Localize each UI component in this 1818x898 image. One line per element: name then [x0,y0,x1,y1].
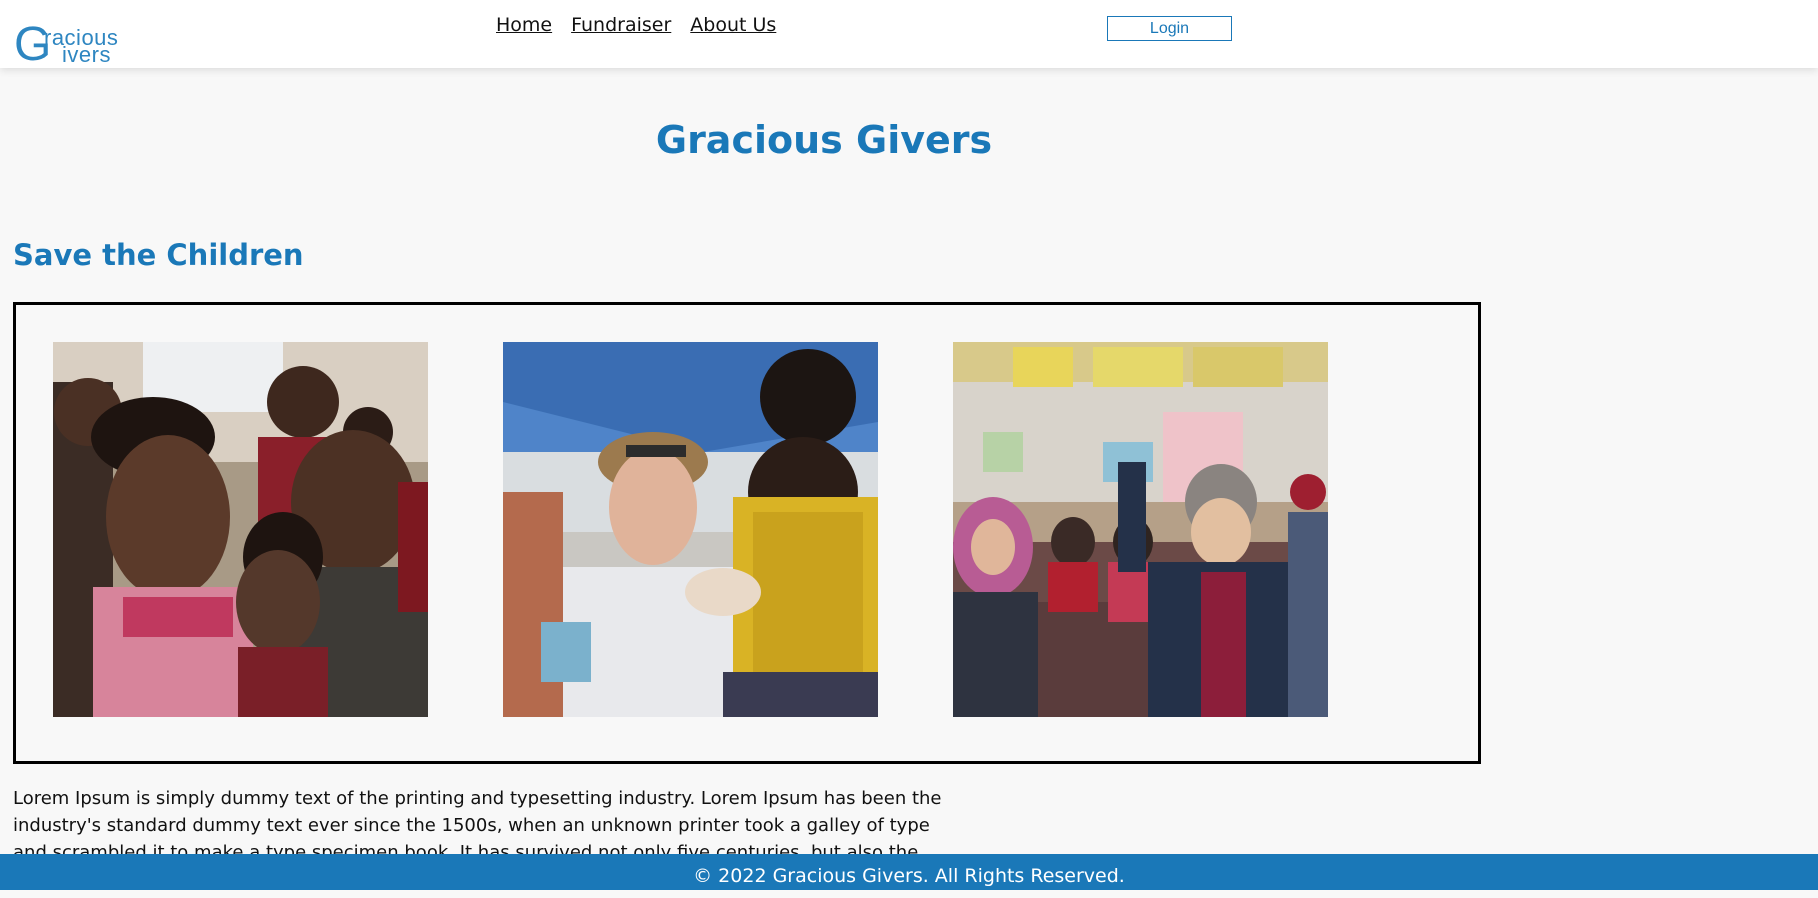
photo-gallery [13,302,1481,764]
site-footer: © 2022 Gracious Givers. All Rights Reser… [0,854,1818,890]
copyright-text: © 2022 Gracious Givers. All Rights Reser… [693,865,1125,887]
aid-worker-with-child-photo [503,342,878,717]
page-title: Gracious Givers [655,118,993,162]
nav-link-home[interactable]: Home [496,14,552,36]
nav-link-about-us[interactable]: About Us [690,14,776,36]
classroom-children-photo [953,342,1328,717]
nav-link-fundraiser[interactable]: Fundraiser [571,14,671,36]
main-nav: Home Fundraiser About Us [496,14,776,36]
section-title: Save the Children [13,238,304,272]
login-button[interactable]: Login [1107,16,1232,41]
children-smiling-photo [53,342,428,717]
site-header: G racious ivers Home Fundraiser About Us… [0,0,1818,69]
logo-line-2: ivers [62,42,111,67]
gracious-givers-logo[interactable]: G racious ivers [14,21,152,69]
